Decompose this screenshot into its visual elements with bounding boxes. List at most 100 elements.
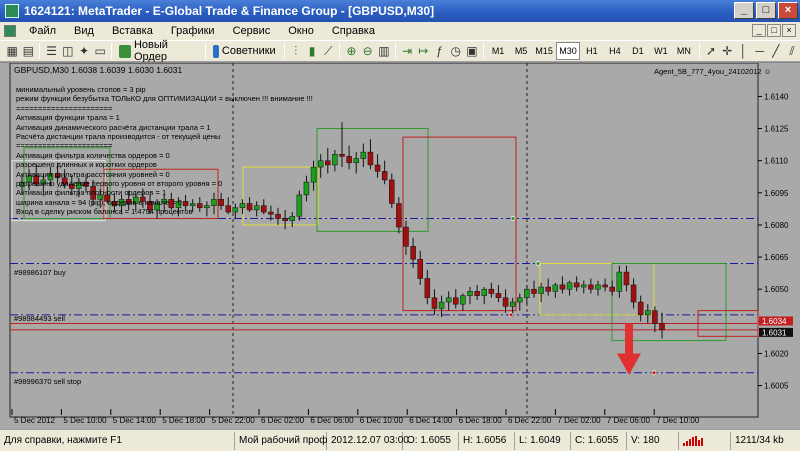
channel-icon[interactable]: ⫽ xyxy=(784,42,800,60)
expert-advisors-icon xyxy=(212,44,219,58)
status-open: O: 1.6055 xyxy=(403,431,459,450)
candle-body xyxy=(410,246,416,260)
toolbar-separator xyxy=(698,43,700,59)
candle-body xyxy=(417,258,423,279)
order-label-sell-stop: #98996370 sell stop xyxy=(14,377,82,386)
chart-restore-button[interactable]: □ xyxy=(767,24,781,37)
status-datetime: 2012.12.07 03:00 xyxy=(327,431,409,450)
timeframe-m5[interactable]: M5 xyxy=(510,42,532,60)
order-label-buy: #98986107 buy xyxy=(14,268,66,277)
horizontal-line-icon[interactable]: ─ xyxy=(752,42,768,60)
info-line: Активация фильтра плотности ордеров = 1 xyxy=(16,188,167,198)
toolbar-separator xyxy=(483,43,485,59)
bar-chart-icon[interactable]: ⫶ xyxy=(288,42,304,60)
zoom-out-icon[interactable]: ⊖ xyxy=(360,42,376,60)
candle-body xyxy=(339,154,345,157)
new-chart-icon[interactable]: ▦ xyxy=(4,42,20,60)
maximize-button[interactable]: □ xyxy=(756,2,776,19)
menu-charts[interactable]: Графики xyxy=(162,25,224,37)
candle-body xyxy=(524,288,530,299)
menu-view[interactable]: Вид xyxy=(65,25,103,37)
candle-body xyxy=(645,310,651,316)
expert-advisors-button[interactable]: Советники xyxy=(209,42,280,60)
zoom-in-icon[interactable]: ⊕ xyxy=(343,42,359,60)
time-tick-label: 6 Dec 14:00 xyxy=(409,416,453,425)
timeframe-m30[interactable]: M30 xyxy=(556,42,580,60)
candle-body xyxy=(360,151,367,159)
timeframe-h4[interactable]: H4 xyxy=(604,42,626,60)
time-tick-label: 6 Dec 22:00 xyxy=(508,416,552,425)
time-tick-label: 5 Dec 22:00 xyxy=(212,416,256,425)
line-chart-icon[interactable]: ⟋ xyxy=(320,42,336,60)
candle-body xyxy=(367,151,374,166)
candle-body xyxy=(481,288,487,296)
tile-windows-icon[interactable]: ▥ xyxy=(376,42,392,60)
candle-body xyxy=(609,286,615,292)
market-watch-icon[interactable]: ☰ xyxy=(43,42,59,60)
timeframe-h1[interactable]: H1 xyxy=(581,42,603,60)
toolbar: ▦ ▤ ☰ ◫ ✦ ▭ Новый Ордер Советники ⫶ ▮ ⟋ … xyxy=(0,39,800,63)
crosshair-icon[interactable]: ✛ xyxy=(719,42,735,60)
candlestick-icon[interactable]: ▮ xyxy=(304,42,320,60)
time-tick-label: 5 Dec 14:00 xyxy=(113,416,157,425)
auto-scroll-icon[interactable]: ⇥ xyxy=(399,42,415,60)
terminal-icon[interactable]: ▭ xyxy=(92,42,108,60)
time-tick-label: 7 Dec 06:00 xyxy=(607,416,651,425)
timeframe-w1[interactable]: W1 xyxy=(650,42,672,60)
menu-help[interactable]: Справка xyxy=(323,25,384,37)
candle-body xyxy=(502,297,509,307)
vertical-line-icon[interactable]: │ xyxy=(735,42,751,60)
profiles-icon[interactable]: ▤ xyxy=(20,42,36,60)
chart-close-button[interactable]: × xyxy=(782,24,796,37)
close-button[interactable]: × xyxy=(778,2,798,19)
timeframe-m1[interactable]: M1 xyxy=(487,42,509,60)
candle-body xyxy=(623,271,630,286)
timeframe-d1[interactable]: D1 xyxy=(627,42,649,60)
info-line: Активация фильтра количества ордеров = 0 xyxy=(16,150,170,160)
minimize-button[interactable]: _ xyxy=(734,2,754,19)
order-marker xyxy=(508,312,514,318)
templates-icon[interactable]: ▣ xyxy=(464,42,480,60)
menu-window[interactable]: Окно xyxy=(279,25,323,37)
candle-body xyxy=(332,154,338,166)
expert-label: Agent_5B_777_4you_24102012 ☺ xyxy=(654,67,772,76)
candle-body xyxy=(552,284,559,292)
periods-icon[interactable]: ◷ xyxy=(448,42,464,60)
timeframe-mn[interactable]: MN xyxy=(673,42,695,60)
chart-window-icon[interactable] xyxy=(4,25,16,37)
candle-body xyxy=(602,284,608,288)
candle-body xyxy=(353,158,359,164)
info-line: Активация функции трала = 1 xyxy=(16,113,120,123)
order-marker xyxy=(510,216,516,221)
chart-shift-icon[interactable]: ↦ xyxy=(415,42,431,60)
new-order-icon xyxy=(119,44,131,58)
candle-body xyxy=(495,293,502,299)
expert-advisors-label: Советники xyxy=(221,45,276,57)
new-order-button[interactable]: Новый Ордер xyxy=(115,39,201,63)
data-window-icon[interactable]: ◫ xyxy=(60,42,76,60)
menu-file[interactable]: Файл xyxy=(20,25,65,37)
candle-body xyxy=(424,278,431,299)
info-line: ширина канала = 94 (pip), ордеров в кана… xyxy=(16,197,182,207)
menu-tools[interactable]: Сервис xyxy=(224,25,280,37)
indicators-icon[interactable]: ƒ xyxy=(431,42,447,60)
timeframe-m15[interactable]: M15 xyxy=(533,42,555,60)
price-tick-label: 1.6110 xyxy=(764,157,788,166)
trendline-icon[interactable]: ╱ xyxy=(768,42,784,60)
candle-body xyxy=(317,160,324,168)
chart-minimize-button[interactable]: _ xyxy=(752,24,766,37)
candle-body xyxy=(538,286,544,294)
candle-body xyxy=(346,156,352,164)
cursor-icon[interactable]: ➚ xyxy=(703,42,719,60)
time-tick-label: 5 Dec 10:00 xyxy=(63,416,107,425)
chart-window[interactable]: 1.6140 1.6125 1.6110 1.6095 1.6080 1.6065 1.60… xyxy=(0,62,800,430)
info-line: ====================== xyxy=(16,141,113,151)
info-line: Активация динамического расчёта дистанци… xyxy=(16,122,211,132)
toolbar-separator xyxy=(394,43,396,59)
navigator-icon[interactable]: ✦ xyxy=(76,42,92,60)
status-profile[interactable]: Мой рабочий проф xyxy=(235,431,328,450)
menu-insert[interactable]: Вставка xyxy=(103,25,162,37)
toolbar-separator xyxy=(283,43,285,59)
info-line: режим функции безубытка ТОЛЬКО для ОПТИМ… xyxy=(16,94,313,104)
connection-bars-icon xyxy=(683,435,703,446)
